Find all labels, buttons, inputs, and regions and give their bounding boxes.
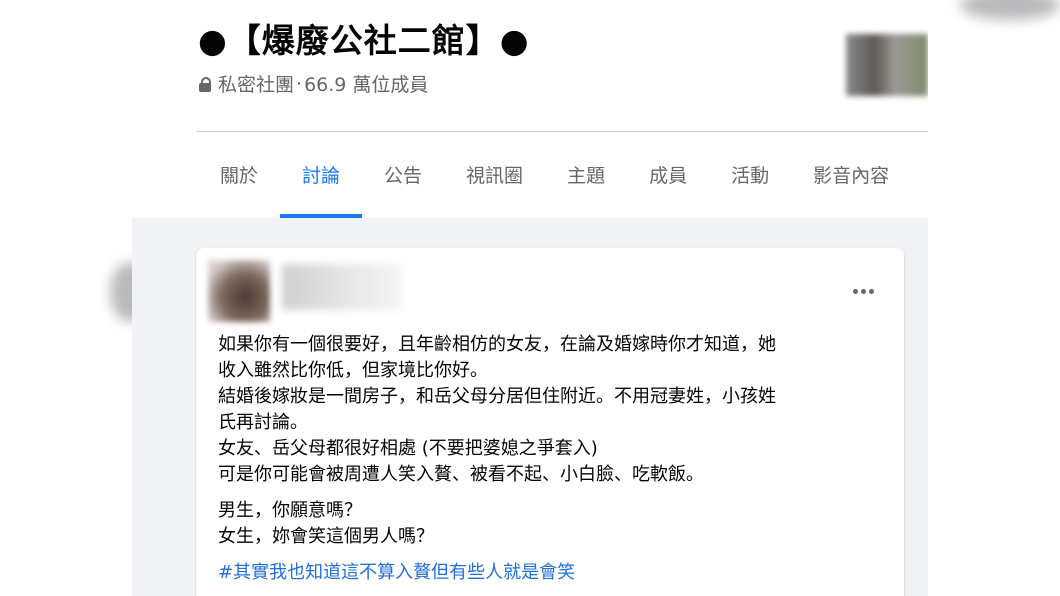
group-title[interactable]: ●【爆廢公社二館】●	[198, 14, 530, 62]
post-question: 女生，妳會笑這個男人嗎？	[218, 526, 434, 547]
member-avatars	[846, 34, 928, 96]
tab-media[interactable]: 影音內容	[791, 140, 911, 218]
post-body: 如果你有一個很要好，且年齡相仿的女友，在論及婚嫁時你才知道，她 收入雖然比你低，…	[218, 332, 888, 586]
post-card: 如果你有一個很要好，且年齡相仿的女友，在論及婚嫁時你才知道，她 收入雖然比你低，…	[196, 248, 904, 596]
tab-announcements[interactable]: 公告	[362, 140, 444, 218]
group-page: ●【爆廢公社二館】● 私密社團 · 66.9 萬位成員 關於 討論 公告 視訊圈…	[132, 0, 928, 596]
post-author-name[interactable]	[282, 264, 402, 310]
discussion-feed: 如果你有一個很要好，且年齡相仿的女友，在論及婚嫁時你才知道，她 收入雖然比你低，…	[132, 218, 928, 596]
post-text-line: 收入雖然比你低，但家境比你好。	[218, 360, 488, 381]
hashtag-link[interactable]: #其實我也知道這不算入贅但有些人就是會笑	[218, 560, 888, 586]
group-tabs: 關於 討論 公告 視訊圈 主題 成員 活動 影音內容	[198, 140, 911, 218]
more-options-icon[interactable]	[846, 274, 880, 308]
tab-rooms[interactable]: 視訊圈	[444, 140, 545, 218]
post-text-line: 女友、岳父母都很好相處 (不要把婆媳之爭套入)	[218, 438, 598, 459]
divider	[196, 131, 928, 132]
post-question: 男生，你願意嗎？	[218, 500, 362, 521]
avatar[interactable]	[208, 260, 270, 322]
tab-discussion[interactable]: 討論	[280, 140, 363, 218]
lock-icon	[198, 76, 212, 92]
background-blur	[960, 0, 1060, 20]
group-meta: 私密社團 · 66.9 萬位成員	[198, 70, 428, 97]
group-privacy: 私密社團	[218, 74, 295, 96]
tab-topics[interactable]: 主題	[545, 140, 627, 218]
meta-separator: ·	[296, 72, 303, 95]
post-text-line: 氏再討論。	[218, 412, 308, 433]
tab-members[interactable]: 成員	[627, 140, 709, 218]
group-members-count[interactable]: 66.9 萬位成員	[304, 70, 428, 97]
tab-events[interactable]: 活動	[709, 140, 791, 218]
post-text-line: 可是你可能會被周遭人笑入贅、被看不起、小白臉、吃軟飯。	[218, 464, 704, 485]
post-text-line: 結婚後嫁妝是一間房子，和岳父母分居但住附近。不用冠妻姓，小孩姓	[218, 386, 776, 407]
post-text-line: 如果你有一個很要好，且年齡相仿的女友，在論及婚嫁時你才知道，她	[218, 334, 776, 355]
tab-about[interactable]: 關於	[198, 140, 280, 218]
